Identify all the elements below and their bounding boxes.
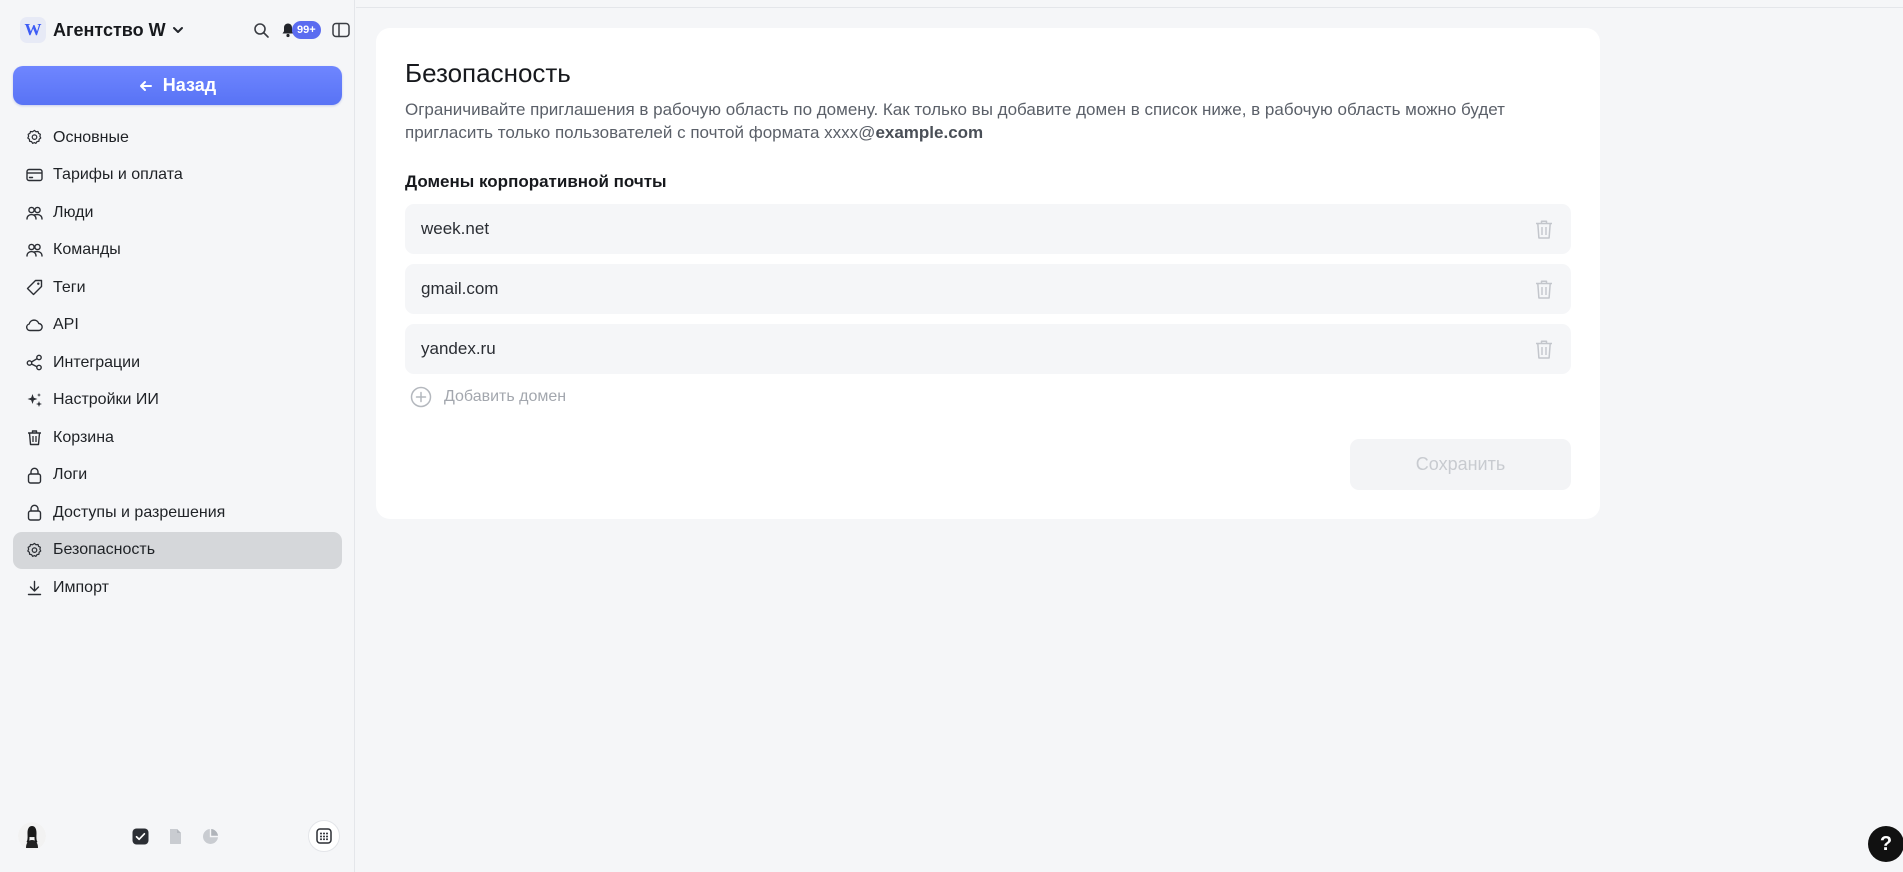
- sidebar-item-import[interactable]: Импорт: [13, 569, 342, 606]
- people-icon: [25, 241, 43, 259]
- delete-domain-button[interactable]: [1533, 218, 1555, 240]
- sidebar-item-integrations[interactable]: Интеграции: [13, 344, 342, 381]
- sidebar-item-access[interactable]: Доступы и разрешения: [13, 494, 342, 531]
- back-button[interactable]: Назад: [13, 66, 342, 105]
- page-title: Безопасность: [405, 58, 571, 88]
- sidebar-item-label: API: [53, 316, 79, 333]
- people-icon: [25, 204, 43, 222]
- workspace-name[interactable]: Агентство W: [53, 20, 166, 41]
- sidebar-toggle-icon[interactable]: [330, 19, 352, 41]
- sidebar: W Агентство W 99+ Назад Основные Тарифы …: [0, 0, 355, 872]
- pie-chart-icon[interactable]: [201, 827, 219, 845]
- add-domain-button[interactable]: Добавить домен: [410, 386, 566, 408]
- sidebar-item-security[interactable]: Безопасность: [13, 531, 342, 569]
- sidebar-item-label: Интеграции: [53, 353, 141, 371]
- share-icon: [25, 354, 43, 372]
- sidebar-item-general[interactable]: Основные: [13, 119, 342, 156]
- lock-icon: [25, 466, 43, 484]
- workspace-header: W Агентство W 99+: [20, 16, 350, 44]
- sidebar-item-label: Теги: [53, 278, 86, 296]
- back-button-label: Назад: [162, 75, 217, 95]
- sidebar-item-label: Настройки ИИ: [53, 391, 159, 408]
- domain-row[interactable]: gmail.com: [405, 264, 1571, 314]
- domain-value[interactable]: yandex.ru: [421, 339, 496, 359]
- domain-row[interactable]: yandex.ru: [405, 324, 1571, 374]
- card-icon: [25, 166, 43, 184]
- page-description: Ограничивайте приглашения в рабочую обла…: [405, 98, 1575, 144]
- cloud-icon: [25, 316, 43, 334]
- help-button[interactable]: ?: [1868, 826, 1903, 862]
- avatar[interactable]: [18, 822, 46, 850]
- main-top-border: [356, 7, 1903, 8]
- domain-row[interactable]: week.net: [405, 204, 1571, 254]
- trash-icon: [1536, 219, 1552, 239]
- sidebar-item-label: Команды: [53, 241, 121, 258]
- arrow-left-icon: [139, 79, 153, 93]
- settings-nav: Основные Тарифы и оплата Люди Команды Те…: [13, 119, 342, 607]
- trash-icon: [1536, 339, 1552, 359]
- sidebar-item-label: Люди: [53, 203, 94, 221]
- trash-icon: [25, 429, 43, 447]
- sidebar-item-tags[interactable]: Теги: [13, 269, 342, 306]
- delete-domain-button[interactable]: [1533, 278, 1555, 300]
- workspace-logo[interactable]: W: [20, 17, 46, 43]
- plus-circle-icon: [410, 386, 432, 408]
- sidebar-item-label: Доступы и разрешения: [53, 503, 226, 521]
- download-icon: [25, 579, 43, 597]
- sidebar-item-label: Корзина: [53, 428, 114, 446]
- domain-value[interactable]: gmail.com: [421, 279, 498, 299]
- description-domain-example: example.com: [875, 123, 984, 142]
- tag-icon: [25, 279, 43, 297]
- sidebar-item-label: Основные: [53, 128, 129, 146]
- sidebar-item-label: Тарифы и оплата: [53, 166, 183, 183]
- keypad-button[interactable]: [308, 820, 340, 852]
- domain-value[interactable]: week.net: [421, 219, 489, 239]
- add-domain-label: Добавить домен: [444, 388, 567, 405]
- sidebar-item-billing[interactable]: Тарифы и оплата: [13, 157, 342, 194]
- sidebar-item-api[interactable]: API: [13, 307, 342, 344]
- sidebar-item-label: Импорт: [53, 578, 109, 596]
- save-button[interactable]: Сохранить: [1350, 439, 1571, 490]
- gear-icon: [25, 541, 43, 559]
- gear-icon: [25, 129, 43, 147]
- notifications-button[interactable]: 99+: [281, 19, 321, 41]
- security-settings-card: Безопасность Ограничивайте приглашения в…: [376, 28, 1600, 519]
- search-icon[interactable]: [250, 19, 272, 41]
- lock-icon: [25, 504, 43, 522]
- sidebar-item-teams[interactable]: Команды: [13, 232, 342, 269]
- sidebar-item-logs[interactable]: Логи: [13, 457, 342, 494]
- sidebar-item-trash[interactable]: Корзина: [13, 419, 342, 456]
- sidebar-item-label: Безопасность: [53, 541, 156, 558]
- tasks-icon[interactable]: [131, 827, 149, 845]
- domain-list: week.net gmail.com yandex.ru: [405, 204, 1571, 384]
- trash-icon: [1536, 279, 1552, 299]
- sidebar-footer: [0, 812, 355, 872]
- sidebar-item-ai-settings[interactable]: Настройки ИИ: [13, 382, 342, 419]
- delete-domain-button[interactable]: [1533, 338, 1555, 360]
- chevron-down-icon[interactable]: [171, 23, 185, 37]
- notification-badge: 99+: [292, 21, 321, 39]
- document-icon[interactable]: [166, 827, 184, 845]
- keypad-icon: [316, 828, 332, 844]
- sparkles-icon: [25, 391, 43, 409]
- sidebar-item-people[interactable]: Люди: [13, 194, 342, 231]
- domains-section-label: Домены корпоративной почты: [405, 172, 667, 191]
- sidebar-item-label: Логи: [53, 466, 88, 483]
